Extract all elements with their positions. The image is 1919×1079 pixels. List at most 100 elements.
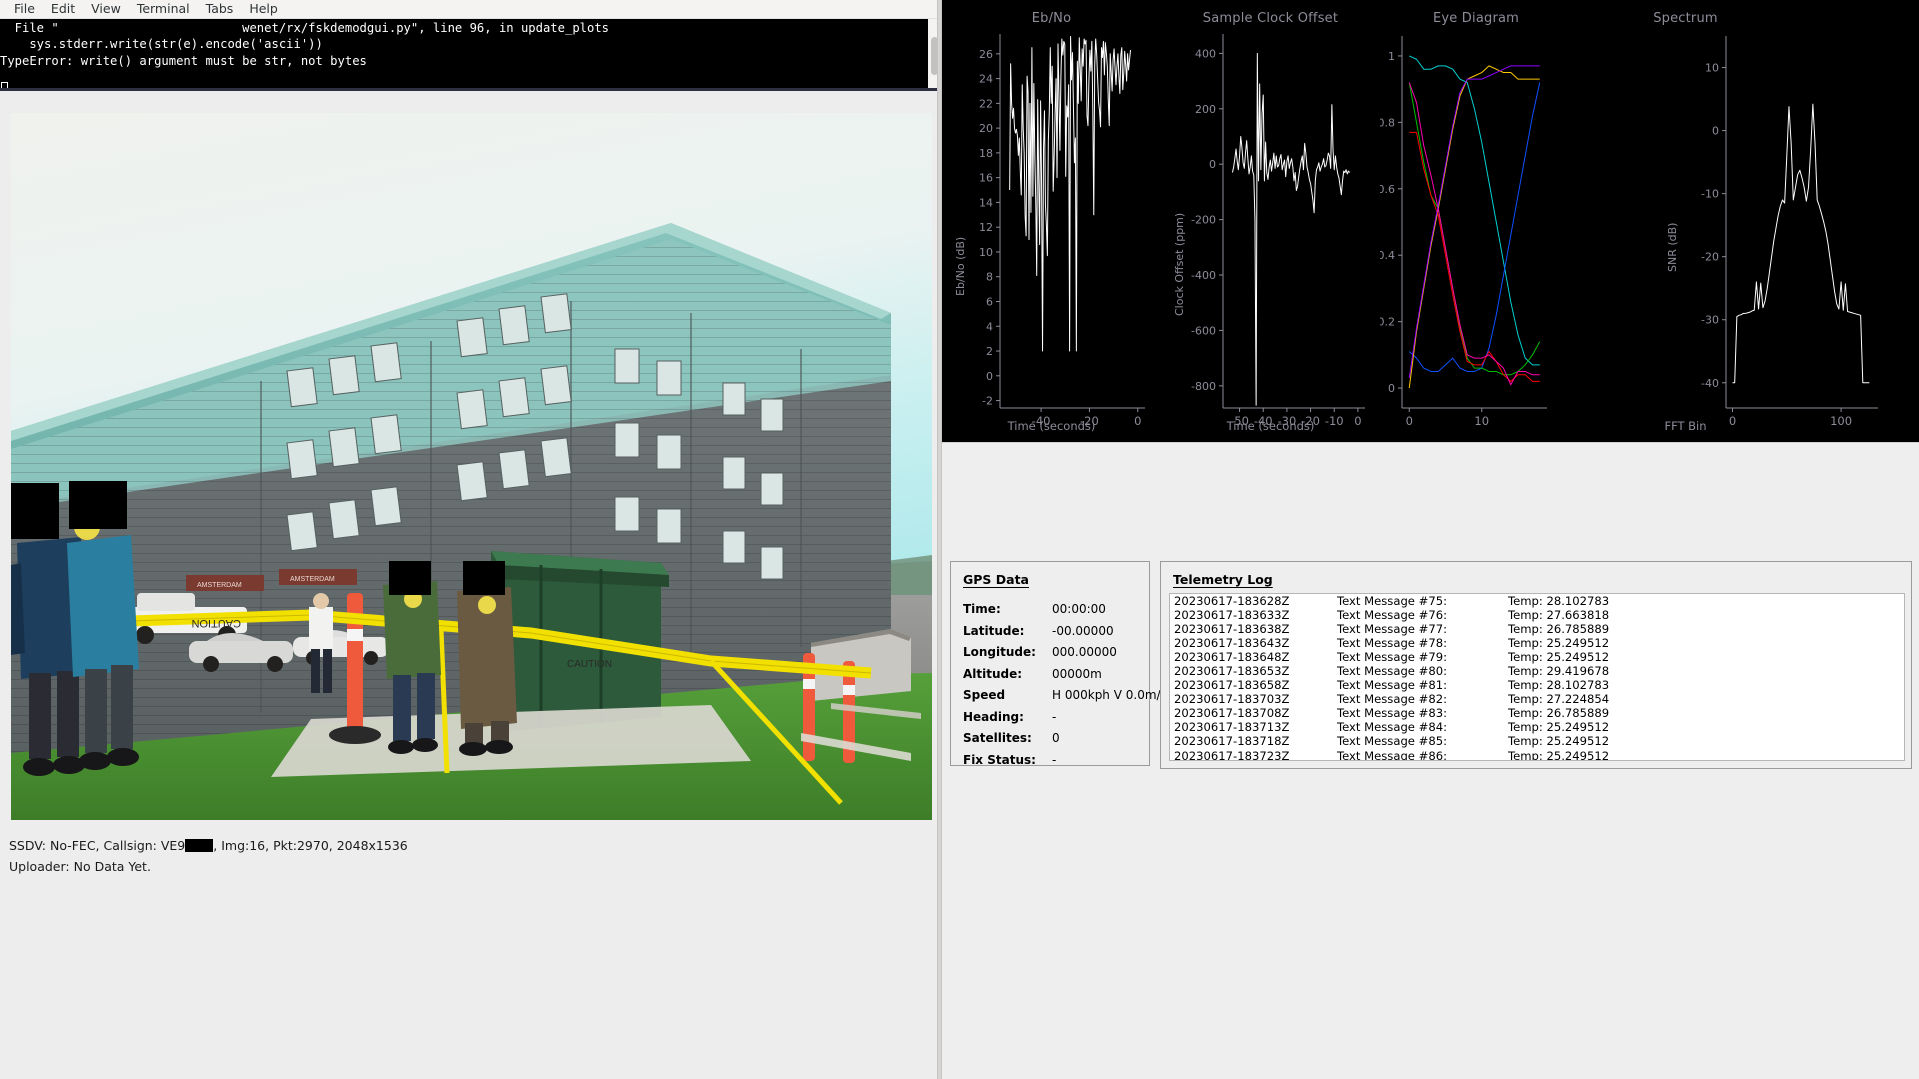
telemetry-value: Temp: 27.224854 — [1508, 692, 1610, 707]
svg-text:1: 1 — [1388, 50, 1395, 63]
svg-text:2: 2 — [986, 345, 993, 358]
gps-row-label: Time: — [963, 602, 1001, 616]
ssdv-status-prefix: SSDV: No-FEC, Callsign: VE9 — [9, 838, 186, 853]
telemetry-timestamp: 20230617-183633Z — [1174, 608, 1290, 623]
svg-text:-20: -20 — [1301, 414, 1320, 428]
ssdv-image-viewport: AMSTERDAM AMSTERDAM CAUTION CAUTION — [11, 113, 932, 820]
app-window: File Edit View Terminal Tabs Help File "… — [0, 0, 1919, 1079]
telemetry-timestamp: 20230617-183713Z — [1174, 720, 1290, 735]
telemetry-value: Temp: 26.785889 — [1508, 706, 1610, 721]
telemetry-log-row[interactable]: 20230617-183638Z Text Message #77: Temp: 2… — [1170, 622, 1904, 636]
svg-text:-10: -10 — [1701, 188, 1719, 201]
svg-text:0: 0 — [1712, 125, 1719, 138]
chart-eye-plot-area: 00.20.40.60.810 10 — [1380, 36, 1547, 428]
telemetry-timestamp: 20230617-183648Z — [1174, 650, 1290, 665]
telemetry-log-row[interactable]: 20230617-183643Z Text Message #78: Temp: 2… — [1170, 636, 1904, 650]
svg-text:0.4: 0.4 — [1380, 249, 1395, 262]
telemetry-log-row[interactable]: 20230617-183653Z Text Message #80: Temp: 2… — [1170, 664, 1904, 678]
telemetry-timestamp: 20230617-183628Z — [1174, 594, 1290, 608]
svg-text:0: 0 — [1729, 414, 1736, 428]
menu-item-terminal[interactable]: Terminal — [129, 0, 198, 18]
chart-sample-clock-offset[interactable]: Sample Clock Offset Clock Offset (ppm) T… — [1161, 0, 1380, 442]
gps-row-label: Latitude: — [963, 623, 1025, 638]
svg-text:-40: -40 — [1254, 414, 1273, 428]
svg-text:0: 0 — [1406, 414, 1413, 428]
telemetry-area: GPS Data Time: 00:00:00 Latitude: -00.00000… — [942, 442, 1919, 1079]
telemetry-value: Temp: 25.249512 — [1508, 720, 1610, 735]
svg-text:8: 8 — [986, 271, 993, 284]
menu-item-view[interactable]: View — [83, 0, 129, 18]
svg-text:0: 0 — [1354, 414, 1361, 428]
svg-text:-200: -200 — [1191, 214, 1216, 227]
telemetry-value: Temp: 25.249512 — [1508, 748, 1610, 761]
telemetry-timestamp: 20230617-183653Z — [1174, 664, 1290, 679]
plots-container: Eb/No Eb/No (dB) Time (seconds) -2 0 2 4 6 8 1… — [942, 0, 1919, 442]
gps-row-label: Satellites: — [963, 731, 1032, 745]
svg-text:18: 18 — [979, 147, 993, 160]
svg-text:16: 16 — [979, 172, 993, 185]
telemetry-log-row[interactable]: 20230617-183633Z Text Message #76: Temp: 2… — [1170, 608, 1904, 622]
gps-row-label: Heading: — [963, 709, 1024, 724]
telemetry-value: Temp: 29.419678 — [1508, 664, 1610, 679]
gps-row-label: Fix Status: — [963, 752, 1036, 767]
telemetry-value: Temp: 27.663818 — [1508, 608, 1610, 623]
svg-text:-10: -10 — [1325, 414, 1344, 428]
telemetry-log-row[interactable]: 20230617-183723Z Text Message #86: Temp: 2… — [1170, 748, 1904, 761]
svg-text:-800: -800 — [1191, 380, 1216, 393]
svg-text:6: 6 — [986, 295, 993, 308]
telemetry-log-row[interactable]: 20230617-183628Z Text Message #75: Temp: 2… — [1170, 594, 1904, 608]
telemetry-log-row[interactable]: 20230617-183703Z Text Message #82: Temp: 2… — [1170, 692, 1904, 706]
chart-eye-diagram[interactable]: Eye Diagram 0 0.2 0.4 0.6 0.8 1 0 10 — [1380, 0, 1572, 442]
svg-text:-30: -30 — [1278, 414, 1297, 428]
chart-spectrum[interactable]: Spectrum SNR (dB) FFT Bin -40 -30 -20 -10 0 1… — [1572, 0, 1919, 442]
telemetry-message: Text Message #81: — [1337, 678, 1448, 693]
gps-row-value: 00000m — [1052, 666, 1102, 681]
svg-text:-400: -400 — [1191, 269, 1216, 282]
telemetry-log-row[interactable]: 20230617-183658Z Text Message #81: Temp: 2… — [1170, 678, 1904, 692]
telemetry-value: Temp: 28.102783 — [1508, 594, 1610, 608]
svg-text:CAUTION: CAUTION — [191, 617, 241, 629]
telemetry-value: Temp: 28.102783 — [1508, 678, 1610, 693]
telemetry-log-panel: Telemetry Log 20230617-183628Z Text Messa… — [1160, 561, 1912, 769]
svg-text:0.8: 0.8 — [1380, 116, 1395, 129]
svg-text:12: 12 — [979, 221, 993, 234]
terminal-output-area[interactable]: File " wenet/rx/fskdemodgui.py", line 96… — [0, 19, 941, 90]
gps-row-value: - — [1052, 752, 1057, 767]
telemetry-log-row[interactable]: 20230617-183648Z Text Message #79: Temp: 2… — [1170, 650, 1904, 664]
menu-item-help[interactable]: Help — [241, 0, 286, 18]
svg-text:0: 0 — [1209, 158, 1216, 171]
svg-text:0: 0 — [1388, 382, 1395, 395]
telemetry-timestamp: 20230617-183708Z — [1174, 706, 1290, 721]
telemetry-message: Text Message #78: — [1337, 636, 1448, 651]
menu-item-edit[interactable]: Edit — [43, 0, 83, 18]
chart-ebno[interactable]: Eb/No Eb/No (dB) Time (seconds) -2 0 2 4 6 8 1… — [942, 0, 1161, 442]
menu-item-file[interactable]: File — [6, 0, 43, 18]
svg-text:0.6: 0.6 — [1380, 183, 1395, 196]
terminal-traceback-text: File " wenet/rx/fskdemodgui.py", line 96… — [0, 21, 610, 68]
menu-item-tabs[interactable]: Tabs — [198, 0, 242, 18]
svg-text:-600: -600 — [1191, 324, 1216, 337]
gps-panel-heading: GPS Data — [963, 572, 1029, 587]
telemetry-log-row[interactable]: 20230617-183708Z Text Message #83: Temp: 2… — [1170, 706, 1904, 720]
telemetry-timestamp: 20230617-183703Z — [1174, 692, 1290, 707]
chart-ebno-plot-area: -202468101214161820222426-40 -20 0 — [979, 34, 1145, 428]
telemetry-value: Temp: 26.785889 — [1508, 622, 1610, 637]
telemetry-log-list[interactable]: 20230617-183628Z Text Message #75: Temp: 2… — [1169, 593, 1905, 761]
svg-text:AMSTERDAM: AMSTERDAM — [290, 576, 335, 583]
svg-text:4: 4 — [986, 320, 993, 333]
telemetry-log-row[interactable]: 20230617-183718Z Text Message #85: Temp: 2… — [1170, 734, 1904, 748]
svg-text:26: 26 — [979, 48, 993, 61]
svg-text:-40: -40 — [1701, 377, 1719, 390]
svg-text:AMSTERDAM: AMSTERDAM — [197, 582, 242, 589]
svg-text:200: 200 — [1195, 103, 1216, 116]
telemetry-value: Temp: 25.249512 — [1508, 650, 1610, 665]
ssdv-image: AMSTERDAM AMSTERDAM CAUTION CAUTION — [11, 113, 932, 820]
svg-text:CAUTION: CAUTION — [567, 659, 612, 670]
telemetry-log-row[interactable]: 20230617-183713Z Text Message #84: Temp: 2… — [1170, 720, 1904, 734]
left-panel: File Edit View Terminal Tabs Help File "… — [0, 0, 941, 1079]
ssdv-status-line: SSDV: No-FEC, Callsign: VE9 , Img:16, Pkt… — [9, 838, 408, 853]
telemetry-message: Text Message #83: — [1337, 706, 1448, 721]
svg-text:-30: -30 — [1701, 314, 1719, 327]
telemetry-message: Text Message #84: — [1337, 720, 1448, 735]
telemetry-message: Text Message #75: — [1337, 594, 1448, 608]
